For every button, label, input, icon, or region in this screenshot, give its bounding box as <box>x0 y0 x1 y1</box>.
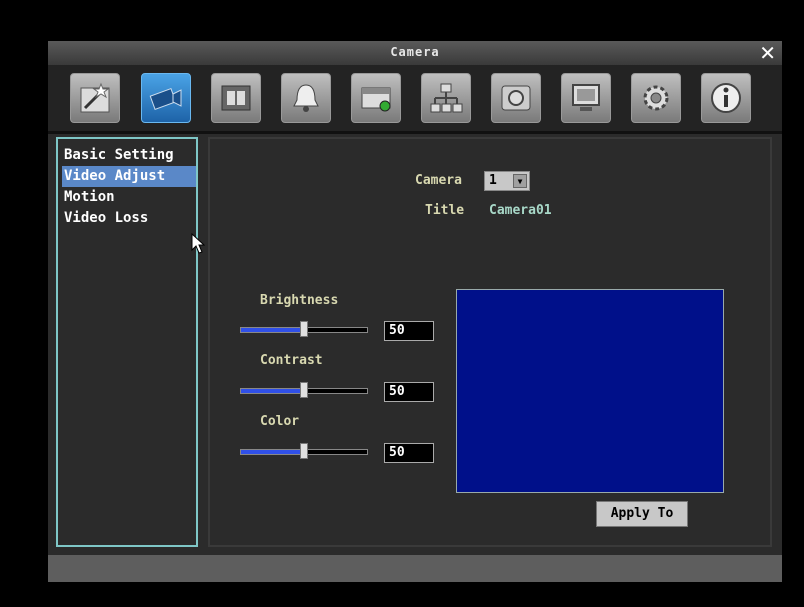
toolbar <box>48 65 782 133</box>
toolbar-divider <box>48 131 782 134</box>
network-button[interactable] <box>421 73 471 123</box>
settings-panel: Camera 1 ▼ Title Camera01 Brightness 50 … <box>208 137 772 547</box>
title-label: Title <box>425 203 465 218</box>
chevron-down-icon[interactable]: ▼ <box>513 174 527 188</box>
camera-icon <box>149 88 182 110</box>
camera-button[interactable] <box>141 73 191 123</box>
close-icon[interactable]: ✕ <box>759 41 776 65</box>
info-icon <box>711 83 741 113</box>
contrast-slider[interactable] <box>240 382 368 398</box>
disk-button[interactable] <box>491 73 541 123</box>
slider-fill <box>241 389 305 393</box>
slider-fill <box>241 328 305 332</box>
alarm-button[interactable] <box>281 73 331 123</box>
camera-window: Camera ✕ Basic Setting Video Adjust Moti… <box>48 41 782 582</box>
brightness-slider[interactable] <box>240 321 368 337</box>
monitor-icon <box>572 84 600 111</box>
wizard-icon <box>80 82 110 113</box>
title-bar: Camera ✕ <box>48 41 782 65</box>
title-value: Camera01 <box>489 203 552 218</box>
disk-icon <box>501 85 531 111</box>
slider-thumb[interactable] <box>300 321 308 337</box>
brightness-value[interactable]: 50 <box>384 321 434 341</box>
camera-select-value: 1 <box>489 173 497 188</box>
display-button[interactable] <box>561 73 611 123</box>
bell-icon <box>293 84 319 112</box>
camera-select[interactable]: 1 ▼ <box>484 171 530 191</box>
contrast-value[interactable]: 50 <box>384 382 434 402</box>
storage-icon <box>361 87 391 112</box>
film-icon <box>221 85 251 111</box>
video-preview <box>456 289 724 493</box>
window-title: Camera <box>390 45 440 59</box>
record-button[interactable] <box>211 73 261 123</box>
info-button[interactable] <box>701 73 751 123</box>
network-icon <box>430 83 463 113</box>
slider-thumb[interactable] <box>300 443 308 459</box>
system-button[interactable] <box>631 73 681 123</box>
color-slider[interactable] <box>240 443 368 459</box>
slider-thumb[interactable] <box>300 382 308 398</box>
brightness-label: Brightness <box>260 293 339 308</box>
sidebar-item-video-loss[interactable]: Video Loss <box>62 208 196 229</box>
sidebar-item-video-adjust[interactable]: Video Adjust <box>62 166 196 187</box>
status-bar <box>48 555 782 582</box>
color-value[interactable]: 50 <box>384 443 434 463</box>
sidebar-item-basic-setting[interactable]: Basic Setting <box>62 145 196 166</box>
wizard-button[interactable] <box>70 73 120 123</box>
camera-label: Camera <box>415 173 462 188</box>
apply-to-button[interactable]: Apply To <box>596 501 688 527</box>
sidebar-menu: Basic Setting Video Adjust Motion Video … <box>56 137 198 547</box>
gear-icon <box>643 85 669 111</box>
mouse-cursor-icon <box>191 233 205 254</box>
slider-fill <box>241 450 305 454</box>
color-label: Color <box>260 414 300 429</box>
sidebar-item-motion[interactable]: Motion <box>62 187 196 208</box>
contrast-label: Contrast <box>260 353 323 368</box>
storage-button[interactable] <box>351 73 401 123</box>
